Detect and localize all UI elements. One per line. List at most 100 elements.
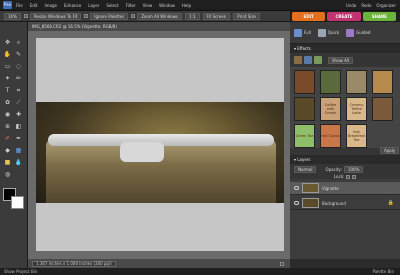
quick-fix-tab[interactable]: Quick: [328, 30, 339, 35]
actual-pixels-button[interactable]: 1:1: [185, 12, 200, 20]
gradient-tool-icon[interactable]: ▦: [14, 146, 23, 155]
fit-screen-button[interactable]: Fit Screen: [202, 12, 231, 20]
layers-options: Normal Opacity: 100% Lock:: [290, 164, 400, 179]
redo-button[interactable]: Redo: [361, 3, 371, 8]
menu-item-layer[interactable]: Layer: [88, 3, 99, 8]
photo-image[interactable]: [36, 102, 284, 203]
undo-button[interactable]: Undo: [346, 3, 356, 8]
menu-item-view[interactable]: View: [143, 3, 153, 8]
layers-panel-header[interactable]: ▾ Layers: [290, 155, 400, 164]
layer-row-background[interactable]: Background 🔒: [290, 197, 400, 210]
top-right-controls: Undo Redo Organizer: [341, 3, 396, 8]
effect-thumbnail[interactable]: Hot Cocoa: [320, 124, 341, 148]
snow-patch-shape: [120, 142, 164, 162]
lock-transparent-icon[interactable]: [346, 174, 351, 179]
effect-thumbnail[interactable]: [346, 70, 367, 94]
menu-item-window[interactable]: Window: [159, 3, 175, 8]
menu-item-filter[interactable]: Filter: [126, 3, 136, 8]
apply-button[interactable]: Apply: [380, 147, 400, 154]
quick-fix-icon[interactable]: [317, 28, 326, 37]
opacity-field[interactable]: 100%: [343, 166, 364, 173]
effect-thumbnail[interactable]: Creamy Toffee Latte: [346, 97, 367, 121]
marquee-tool-icon[interactable]: ▭: [3, 62, 12, 71]
paint-bucket-icon[interactable]: ◆: [3, 146, 12, 155]
effect-thumbnail[interactable]: Green Tea: [294, 124, 315, 148]
resize-windows-option[interactable]: Resize Windows To Fit: [29, 12, 82, 20]
lasso-tool-icon[interactable]: ◌: [14, 62, 23, 71]
effects-panel-header[interactable]: ▾ Effects: [290, 44, 400, 53]
effect-thumbnail[interactable]: Irish Breakfast Tea: [346, 124, 367, 148]
layer-row-vignette[interactable]: Vignette: [290, 182, 400, 195]
toolbox: ✥ ⌕ ✋ ✎ ▭ ◌ ✦ ✏ T ⌗ ✿ ⟋ ◉ ✚ ⊕ ◧ ✐ ✒ ◆ ▦ …: [0, 22, 28, 268]
mode-tab-edit[interactable]: EDIT: [292, 12, 326, 21]
sponge-tool-icon[interactable]: ◍: [3, 170, 12, 179]
eye-icon[interactable]: [294, 186, 299, 190]
zoom-tool-icon[interactable]: ⌕: [14, 38, 23, 47]
type-tool-icon[interactable]: T: [3, 86, 12, 95]
healing-brush-icon[interactable]: ✚: [14, 110, 23, 119]
organizer-button[interactable]: Organizer: [376, 3, 396, 8]
straighten-tool-icon[interactable]: ⟋: [14, 98, 23, 107]
status-arrow-icon[interactable]: [280, 261, 284, 266]
effect-thumbnail[interactable]: [372, 97, 393, 121]
effect-thumbnail[interactable]: [294, 97, 315, 121]
menu-item-select[interactable]: Select: [106, 3, 118, 8]
menu-item-help[interactable]: Help: [182, 3, 191, 8]
menu-item-enhance[interactable]: Enhance: [64, 3, 81, 8]
layer-name[interactable]: Vignette: [322, 186, 339, 191]
palette-bin-button[interactable]: Palette Bin: [372, 269, 394, 274]
menu-item-image[interactable]: Image: [44, 3, 57, 8]
full-edit-tab[interactable]: Full: [304, 30, 311, 35]
zoom-all-option[interactable]: Zoom All Windows: [137, 12, 183, 20]
mode-tab-create[interactable]: CREATE: [327, 12, 361, 21]
clone-stamp-icon[interactable]: ⊕: [3, 122, 12, 131]
zoom-percent-field[interactable]: 16%: [4, 12, 21, 20]
effect-thumbnail[interactable]: [294, 70, 315, 94]
blend-mode-dropdown[interactable]: Normal: [294, 166, 317, 173]
smart-brush-icon[interactable]: ✒: [14, 134, 23, 143]
show-all-dropdown[interactable]: Show All: [328, 56, 354, 64]
menu-items: File Edit Image Enhance Layer Select Filter Vie…: [16, 3, 198, 8]
layers-title: Layers: [297, 157, 311, 162]
print-size-button[interactable]: Print Size: [233, 12, 260, 20]
status-bar: 1.367 inches x 1.000 inches (300 ppi): [28, 259, 290, 268]
ignore-palettes-checkbox[interactable]: [84, 14, 89, 18]
filters-icon[interactable]: [294, 56, 302, 64]
menu-item-edit[interactable]: Edit: [30, 3, 38, 8]
brush-tool-icon[interactable]: ✐: [3, 134, 12, 143]
effect-thumbnail[interactable]: [372, 70, 393, 94]
magic-wand-tool-icon[interactable]: ✦: [3, 74, 12, 83]
guided-edit-tab[interactable]: Guided: [356, 30, 370, 35]
cookie-cutter-icon[interactable]: ✿: [3, 98, 12, 107]
full-edit-icon[interactable]: [294, 28, 302, 37]
blur-tool-icon[interactable]: 💧: [14, 158, 23, 167]
hand-tool-icon[interactable]: ✋: [3, 50, 12, 59]
ignore-palettes-option[interactable]: Ignore Palettes: [90, 12, 129, 20]
shape-tool-icon[interactable]: ■: [3, 158, 12, 167]
selection-brush-icon[interactable]: ✏: [14, 74, 23, 83]
effects-grid: Coffee with Cream Creamy Toffee Latte Gree…: [290, 67, 400, 148]
document-tab[interactable]: IMG_8566.CR2 @ 16.5% (Vignette, RGB/8): [28, 22, 290, 31]
eyedropper-tool-icon[interactable]: ✎: [14, 50, 23, 59]
effect-thumbnail[interactable]: [320, 70, 341, 94]
photo-effects-icon[interactable]: [314, 56, 322, 64]
crop-tool-icon[interactable]: ⌗: [14, 86, 23, 95]
menu-bar: Pse File Edit Image Enhance Layer Select Filte…: [0, 0, 400, 11]
background-color-swatch[interactable]: [11, 196, 24, 209]
menu-item-file[interactable]: File: [16, 3, 23, 8]
move-tool-icon[interactable]: ✥: [3, 38, 12, 47]
red-eye-tool-icon[interactable]: ◉: [3, 110, 12, 119]
effect-thumbnail[interactable]: Coffee with Cream: [320, 97, 341, 121]
guided-edit-icon[interactable]: [346, 28, 355, 37]
layer-styles-icon[interactable]: [304, 56, 312, 64]
zoom-all-checkbox[interactable]: [131, 14, 136, 18]
mode-tab-share[interactable]: SHARE: [362, 12, 396, 21]
lock-all-icon[interactable]: [352, 174, 357, 179]
resize-checkbox[interactable]: [23, 14, 28, 18]
layer-name[interactable]: Background: [322, 201, 346, 206]
eye-icon[interactable]: [294, 201, 299, 205]
app-logo: Pse: [3, 1, 12, 9]
options-bar: 16% Resize Windows To Fit Ignore Palette…: [0, 11, 290, 22]
show-project-bin-button[interactable]: Show Project Bin: [4, 269, 37, 274]
eraser-tool-icon[interactable]: ◧: [14, 122, 23, 131]
